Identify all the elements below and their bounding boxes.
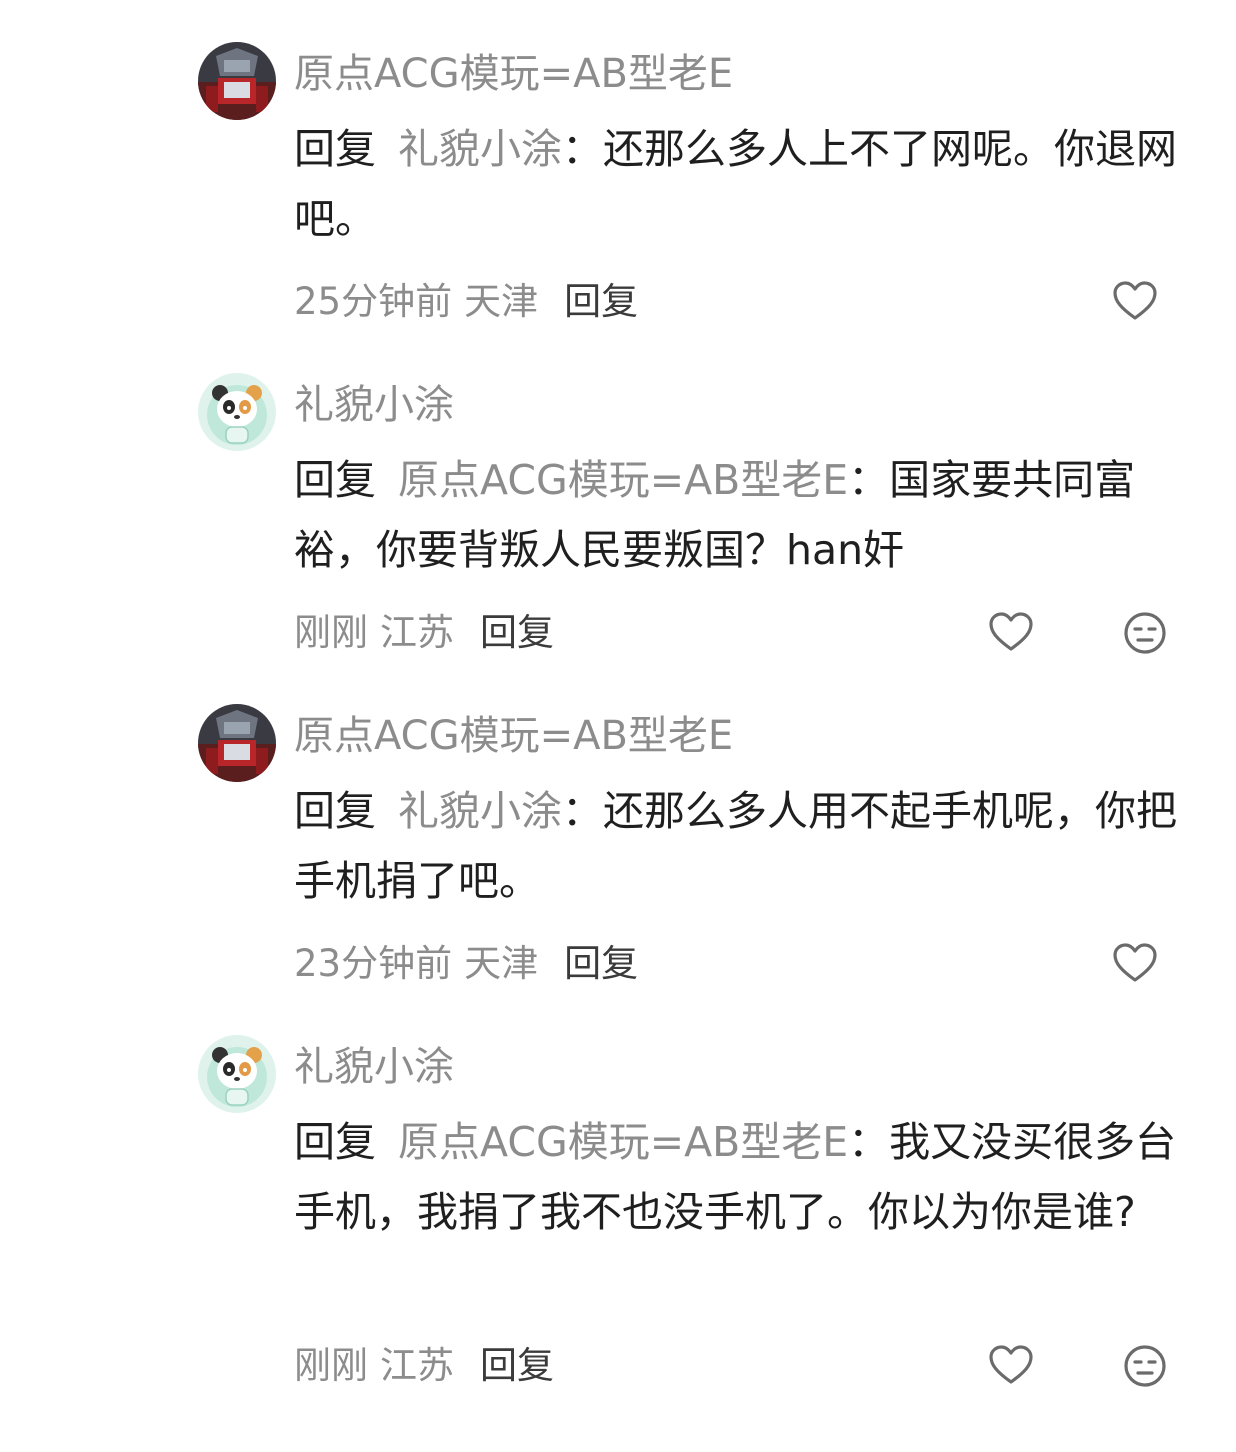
reply-separator: ： — [848, 1118, 890, 1166]
heart-outline-icon — [989, 1345, 1033, 1384]
reply-separator: ： — [562, 787, 603, 835]
like-button[interactable] — [987, 1342, 1035, 1390]
reply-prefix: 回复 — [294, 125, 376, 173]
username[interactable]: 礼貌小涂 — [294, 377, 454, 433]
avatar[interactable] — [198, 1035, 276, 1113]
comment-time: 23分钟前 — [294, 942, 453, 985]
reply-target[interactable]: 礼貌小涂 — [398, 787, 562, 835]
heart-outline-icon — [989, 612, 1033, 651]
like-button[interactable] — [1111, 278, 1159, 326]
username[interactable]: 原点ACG模玩=AB型老E — [294, 46, 733, 102]
comment-time: 刚刚 — [294, 1344, 368, 1387]
reply-prefix: 回复 — [294, 456, 376, 504]
comment-item: 礼貌小涂 回复 原点ACG模玩=AB型老E：我又没买很多台手机，我捐了我不也没手机… — [0, 1035, 1236, 1415]
comment-meta: 刚刚 江苏 回复 — [294, 1340, 554, 1392]
comment-body: 回复 原点ACG模玩=AB型老E：国家要共同富裕，你要背叛人民要叛国？han奸 — [294, 445, 1194, 585]
comment-item: 原点ACG模玩=AB型老E 回复 礼貌小涂：还那么多人上不了网呢。你退网吧。 25… — [0, 42, 1236, 342]
reply-button[interactable]: 回复 — [480, 1344, 554, 1387]
reply-target[interactable]: 原点ACG模玩=AB型老E — [398, 1118, 848, 1166]
comment-body: 回复 原点ACG模玩=AB型老E：我又没买很多台手机，我捐了我不也没手机了。你以为… — [294, 1107, 1194, 1247]
reply-prefix: 回复 — [294, 787, 376, 835]
comment-meta: 23分钟前 天津 回复 — [294, 938, 638, 990]
comment-meta: 刚刚 江苏 回复 — [294, 607, 554, 659]
comment-time: 刚刚 — [294, 611, 368, 654]
like-button[interactable] — [1111, 940, 1159, 988]
dislike-button[interactable] — [1121, 609, 1169, 657]
comment-item: 原点ACG模玩=AB型老E 回复 礼貌小涂：还那么多人用不起手机呢，你把手机捐了吧… — [0, 704, 1236, 1004]
username[interactable]: 原点ACG模玩=AB型老E — [294, 708, 733, 764]
reply-button[interactable]: 回复 — [564, 280, 638, 323]
comment-location: 江苏 — [380, 1344, 454, 1387]
comment-thread: { "comments": [ { "username": "原点ACG模玩=A… — [0, 0, 1236, 1452]
comment-meta: 25分钟前 天津 回复 — [294, 276, 638, 328]
comment-body: 回复 礼貌小涂：还那么多人用不起手机呢，你把手机捐了吧。 — [294, 776, 1194, 916]
comment-location: 江苏 — [380, 611, 454, 654]
like-button[interactable] — [987, 609, 1035, 657]
avatar[interactable] — [198, 704, 276, 782]
avatar[interactable] — [198, 373, 276, 451]
panda-avatar-icon — [198, 1035, 276, 1113]
robot-avatar-icon — [198, 42, 276, 120]
comment-location: 天津 — [464, 942, 539, 985]
panda-avatar-icon — [198, 373, 276, 451]
heart-outline-icon — [1113, 943, 1157, 982]
reply-separator: ： — [848, 456, 890, 504]
heart-outline-icon — [1113, 281, 1157, 320]
meh-face-icon — [1124, 612, 1166, 654]
reply-separator: ： — [562, 125, 603, 173]
username[interactable]: 礼貌小涂 — [294, 1039, 454, 1095]
avatar[interactable] — [198, 42, 276, 120]
dislike-button[interactable] — [1121, 1342, 1169, 1390]
reply-target[interactable]: 原点ACG模玩=AB型老E — [398, 456, 848, 504]
comment-time: 25分钟前 — [294, 280, 453, 323]
comment-location: 天津 — [464, 280, 539, 323]
comment-item: 礼貌小涂 回复 原点ACG模玩=AB型老E：国家要共同富裕，你要背叛人民要叛国？h… — [0, 373, 1236, 673]
reply-target[interactable]: 礼貌小涂 — [398, 125, 562, 173]
reply-button[interactable]: 回复 — [564, 942, 638, 985]
robot-avatar-icon — [198, 704, 276, 782]
reply-button[interactable]: 回复 — [480, 611, 554, 654]
meh-face-icon — [1124, 1345, 1166, 1387]
comment-body: 回复 礼貌小涂：还那么多人上不了网呢。你退网吧。 — [294, 114, 1194, 254]
reply-prefix: 回复 — [294, 1118, 376, 1166]
